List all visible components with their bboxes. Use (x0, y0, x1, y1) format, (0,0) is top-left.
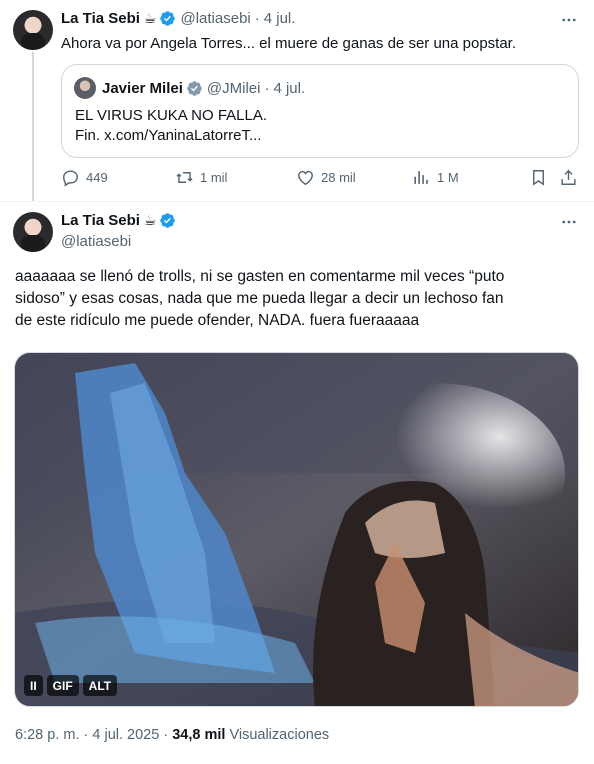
verified-badge-icon (160, 11, 176, 26)
reply-icon (63, 170, 78, 187)
tweet-date[interactable]: 4 jul. (264, 10, 296, 27)
repost-icon (176, 172, 193, 183)
tweet-date[interactable]: 4 jul. 2025 (92, 727, 159, 743)
tweet-text-line: aaaaaaa se llenó de trolls, ni se gasten… (15, 268, 505, 285)
verified-badge-icon (160, 213, 176, 228)
reply-button[interactable]: 449 (61, 168, 108, 187)
more-options-icon[interactable] (559, 10, 579, 30)
quote-header: Javier Milei @JMilei · 4 jul. (74, 77, 305, 99)
media-controls: II GIF ALT (24, 675, 118, 696)
separator: · (264, 79, 270, 97)
verified-badge-icon (187, 80, 202, 96)
views-count: 1 M (437, 170, 459, 185)
quote-text-line: EL VIRUS KUKA NO FALLA. (75, 107, 268, 124)
quote-avatar (74, 77, 96, 99)
timestamp[interactable]: 6:28 p. m. (15, 727, 79, 743)
tweet-text: Ahora va por Angela Torres... el muere d… (61, 35, 517, 52)
quote-date: 4 jul. (273, 79, 306, 97)
tweet-text-line: de este ridículo me puede ofender, NADA.… (15, 312, 420, 329)
tweet-meta: 6:28 p. m. · 4 jul. 2025 · 34,8 mil Visu… (15, 727, 329, 743)
tweet-text: aaaaaaa se llenó de trolls, ni se gasten… (15, 266, 579, 332)
reply-count: 449 (86, 170, 108, 185)
divider (0, 201, 594, 202)
display-name[interactable]: La Tia Sebi (61, 212, 140, 229)
bookmark-icon (533, 170, 544, 186)
separator: · (83, 727, 89, 743)
coffee-emoji: ☕ (143, 212, 157, 228)
thread-connector-line (32, 52, 34, 202)
repost-button[interactable]: 1 mil (175, 168, 227, 187)
share-button[interactable] (559, 168, 578, 187)
handle[interactable]: @latiasebi (180, 10, 250, 27)
like-icon (298, 170, 313, 186)
views-label: Visualizaciones (229, 727, 330, 743)
coffee-emoji: ☕ (143, 10, 157, 26)
action-bar: 449 1 mil 28 mil 1 M (61, 168, 581, 192)
avatar[interactable] (13, 212, 53, 252)
repost-count: 1 mil (200, 170, 228, 185)
views-count: 34,8 mil (172, 727, 226, 743)
more-options-icon[interactable] (559, 212, 579, 232)
share-icon (561, 169, 576, 185)
avatar[interactable] (13, 10, 53, 50)
gif-frame (15, 353, 578, 706)
gif-badge: GIF (46, 675, 79, 696)
alt-text-button[interactable]: ALT (82, 675, 118, 696)
quote-display-name: Javier Milei (102, 79, 183, 97)
pause-button[interactable]: II (24, 675, 43, 696)
handle[interactable]: @latiasebi (61, 233, 131, 250)
separator: · (163, 727, 169, 743)
separator: · (254, 10, 260, 27)
tweet-header: La Tia Sebi ☕ @latiasebi · 4 jul. (61, 10, 295, 27)
display-name[interactable]: La Tia Sebi (61, 10, 140, 27)
bookmark-button[interactable] (529, 168, 548, 187)
thread-tweet[interactable]: La Tia Sebi ☕ @latiasebi · 4 jul. Ahora … (0, 0, 594, 202)
views-button[interactable]: 1 M (412, 168, 459, 187)
like-count: 28 mil (321, 170, 356, 185)
tweet-header: La Tia Sebi ☕ (61, 212, 176, 229)
views-icon (414, 171, 428, 184)
quote-text-line: Fin. x.com/YaninaLatorreT... (75, 127, 262, 144)
tweet-text-line: sidoso” y esas cosas, nada que me pueda … (15, 290, 504, 307)
gif-media[interactable] (14, 352, 579, 707)
quoted-tweet[interactable]: Javier Milei @JMilei · 4 jul. EL VIRUS K… (61, 64, 579, 158)
like-button[interactable]: 28 mil (296, 168, 356, 187)
quote-handle: @JMilei (206, 79, 261, 97)
